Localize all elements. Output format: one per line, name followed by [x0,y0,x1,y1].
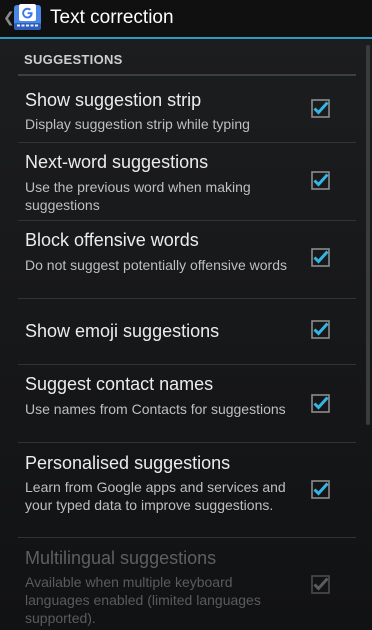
page-title: Text correction [50,7,174,28]
section-divider [18,74,356,76]
pref-multilingual-suggestions: Multilingual suggestions Available when … [0,538,372,630]
pref-summary: Available when multiple keyboard languag… [25,574,261,626]
checkbox-checked-icon[interactable] [311,171,330,190]
pref-title: Suggest contact names [25,374,214,394]
pref-block-offensive-words[interactable]: Block offensive words Do not suggest pot… [0,221,372,298]
pref-title: Block offensive words [25,230,199,250]
pref-next-word-suggestions[interactable]: Next-word suggestions Use the previous w… [0,143,372,220]
pref-summary: Display suggestion strip while typing [25,116,250,132]
google-keyboard-icon[interactable] [13,2,43,32]
checkbox-checked-icon[interactable] [311,480,330,499]
checkbox-checked-disabled-icon [311,575,330,594]
scrollbar[interactable] [366,45,370,425]
pref-summary: Use the previous word when making sugges… [25,179,251,213]
pref-suggest-contact-names[interactable]: Suggest contact names Use names from Con… [0,365,372,442]
action-bar: ❮ Text correction [0,0,372,39]
pref-personalised-suggestions[interactable]: Personalised suggestions Learn from Goog… [0,443,372,537]
pref-summary: Use names from Contacts for suggestions [25,401,286,417]
checkbox-checked-icon[interactable] [311,394,330,413]
pref-show-emoji-suggestions[interactable]: Show emoji suggestions [0,299,372,364]
checkbox-checked-icon[interactable] [311,99,330,118]
pref-title: Multilingual suggestions [25,548,217,568]
pref-title: Show emoji suggestions [25,321,220,341]
section-header: SUGGESTIONS [24,52,123,67]
pref-summary: Learn from Google apps and services and … [25,479,286,513]
checkbox-checked-icon[interactable] [311,320,330,339]
pref-title: Show suggestion strip [25,90,202,110]
checkbox-checked-icon[interactable] [311,248,330,267]
pref-show-suggestion-strip[interactable]: Show suggestion strip Display suggestion… [0,77,372,142]
pref-title: Personalised suggestions [25,453,231,473]
pref-summary: Do not suggest potentially offensive wor… [25,257,288,273]
chevron-left-icon[interactable]: ❮ [3,9,15,27]
pref-title: Next-word suggestions [25,152,209,172]
